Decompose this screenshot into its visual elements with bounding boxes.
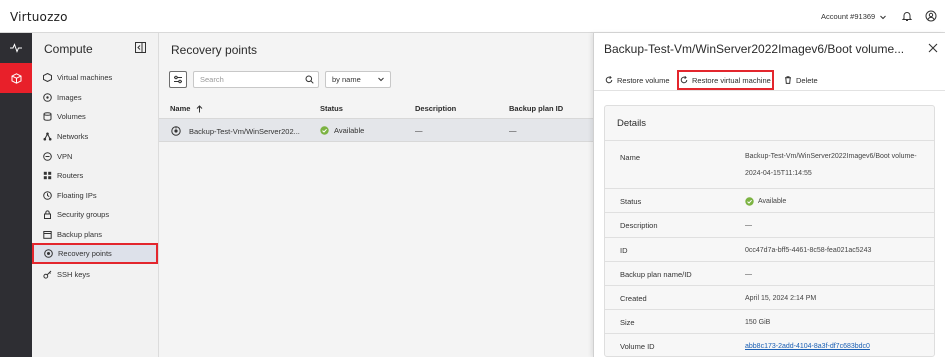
row-description: — [415,126,423,135]
restore-icon [680,76,688,84]
sidebar-item-label: Backup plans [57,230,103,239]
detail-status-value: Available [758,198,787,205]
top-bar: Virtuozzo Account #91369 [0,0,945,33]
chevron-down-icon [880,15,887,19]
recovery-icon [44,249,53,258]
app-rail [0,33,32,357]
panel-actions: Restore volume Restore virtual machine D… [594,67,945,91]
cube-icon [11,72,21,84]
panel-title: Backup-Test-Vm/WinServer2022Imagev6/Boot… [604,42,905,56]
calendar-icon [43,231,52,239]
detail-row-created: Created April 15, 2024 2:14 PM [605,285,934,309]
details-title: Details [617,118,647,129]
chevron-down-icon [378,77,384,82]
sidebar-item-routers[interactable]: Routers [32,166,159,185]
collapse-sidebar-icon[interactable] [135,42,146,53]
logo: Virtuozzo [10,10,68,24]
sidebar-item-floating-ips[interactable]: Floating IPs [32,186,159,205]
sort-select[interactable]: by name [325,70,391,88]
restore-icon [605,76,613,84]
sidebar: Compute Virtual machines Images Volumes … [32,33,159,357]
sidebar-item-backup-plans[interactable]: Backup plans [32,225,159,244]
detail-row-size: Size 150 GiB [605,309,934,333]
vpn-icon [43,152,52,161]
row-name: Backup-Test-Vm/WinServer202... [189,126,300,136]
detail-row-description: Description — [605,212,934,237]
detail-row-backup-plan: Backup plan name/ID — [605,261,934,285]
vm-icon [43,73,52,82]
sidebar-item-label: VPN [57,152,73,161]
filter-icon [174,75,182,83]
sidebar-item-security-groups[interactable]: Security groups [32,205,159,224]
check-circle-icon [320,126,329,135]
close-icon[interactable] [928,43,938,53]
sidebar-item-volumes[interactable]: Volumes [32,107,159,126]
router-icon [43,171,52,180]
sidebar-item-label: Security groups [57,210,110,219]
list-toolbar: by name [169,70,391,88]
detail-row-volume-id: Volume ID abb8c173-2add-4104-8a3f-df7c68… [605,333,934,356]
user-icon[interactable] [925,10,937,22]
account-label: Account #91369 [821,12,876,21]
table-header: Name Status Description Backup plan ID [159,97,593,119]
sidebar-item-label: Floating IPs [57,191,97,200]
sidebar-item-networks[interactable]: Networks [32,127,159,146]
sidebar-item-recovery-points[interactable]: Recovery points [32,243,158,264]
row-status-cell: Available [320,126,364,135]
sort-ascending-icon [197,104,203,112]
rail-item-monitoring[interactable] [0,33,32,63]
filter-button[interactable] [169,70,187,88]
search-box [193,70,319,88]
sidebar-item-virtual-machines[interactable]: Virtual machines [32,68,159,87]
row-backup-plan-id: — [509,126,517,135]
rail-item-compute[interactable] [0,63,32,93]
sort-select-value: by name [332,74,361,84]
sidebar-item-images[interactable]: Images [32,88,159,107]
volume-id-link[interactable]: abb8c173-2add-4104-8a3f-df7c683bdc0 [745,343,870,350]
details-card: Details Name Backup-Test-Vm/WinServer202… [604,105,935,357]
sidebar-item-ssh-keys[interactable]: SSH keys [32,265,159,284]
column-header-name[interactable]: Name [170,104,203,113]
detail-row-name: Name Backup-Test-Vm/WinServer2022Imagev6… [605,140,934,188]
search-icon[interactable] [305,75,314,84]
sidebar-item-label: SSH keys [57,270,90,279]
sidebar-item-label: Networks [57,132,89,141]
lock-icon [44,210,51,219]
network-icon [43,132,52,141]
table-row[interactable]: Backup-Test-Vm/WinServer202... Available… [159,119,593,142]
sidebar-title: Compute [44,42,93,56]
account-menu[interactable]: Account #91369 [821,12,887,21]
column-header-status[interactable]: Status [320,104,343,113]
search-input[interactable] [194,71,294,87]
column-header-description[interactable]: Description [415,104,456,113]
sidebar-item-label: Images [57,93,82,102]
bell-icon[interactable] [901,10,913,22]
page-title: Recovery points [171,43,258,57]
main-content: Recovery points by name Name Status Desc… [159,33,593,357]
sidebar-item-label: Routers [57,171,84,180]
activity-icon [10,43,22,53]
key-icon [43,270,52,279]
detail-row-status: Status Available [605,188,934,212]
row-status: Available [334,126,365,135]
sidebar-item-label: Volumes [57,112,86,121]
row-name-cell: Backup-Test-Vm/WinServer202... [171,126,300,136]
trash-icon [785,76,791,84]
detail-row-id: ID 0cc47d7a-bff5-4461-8c58-fea021ac5243 [605,237,934,261]
floating-ip-icon [43,191,52,200]
delete-button[interactable]: Delete [784,73,818,87]
column-header-backup-plan-id[interactable]: Backup plan ID [509,104,563,113]
volume-icon [43,112,52,121]
recovery-point-icon [171,126,181,136]
sidebar-item-label: Virtual machines [57,73,113,82]
sidebar-item-vpn[interactable]: VPN [32,147,159,166]
details-panel: Backup-Test-Vm/WinServer2022Imagev6/Boot… [593,33,945,357]
check-circle-icon [745,197,754,206]
image-icon [43,93,52,102]
restore-virtual-machine-button[interactable]: Restore virtual machine [677,70,774,90]
sidebar-item-label: Recovery points [58,249,112,258]
restore-volume-button[interactable]: Restore volume [605,73,670,87]
